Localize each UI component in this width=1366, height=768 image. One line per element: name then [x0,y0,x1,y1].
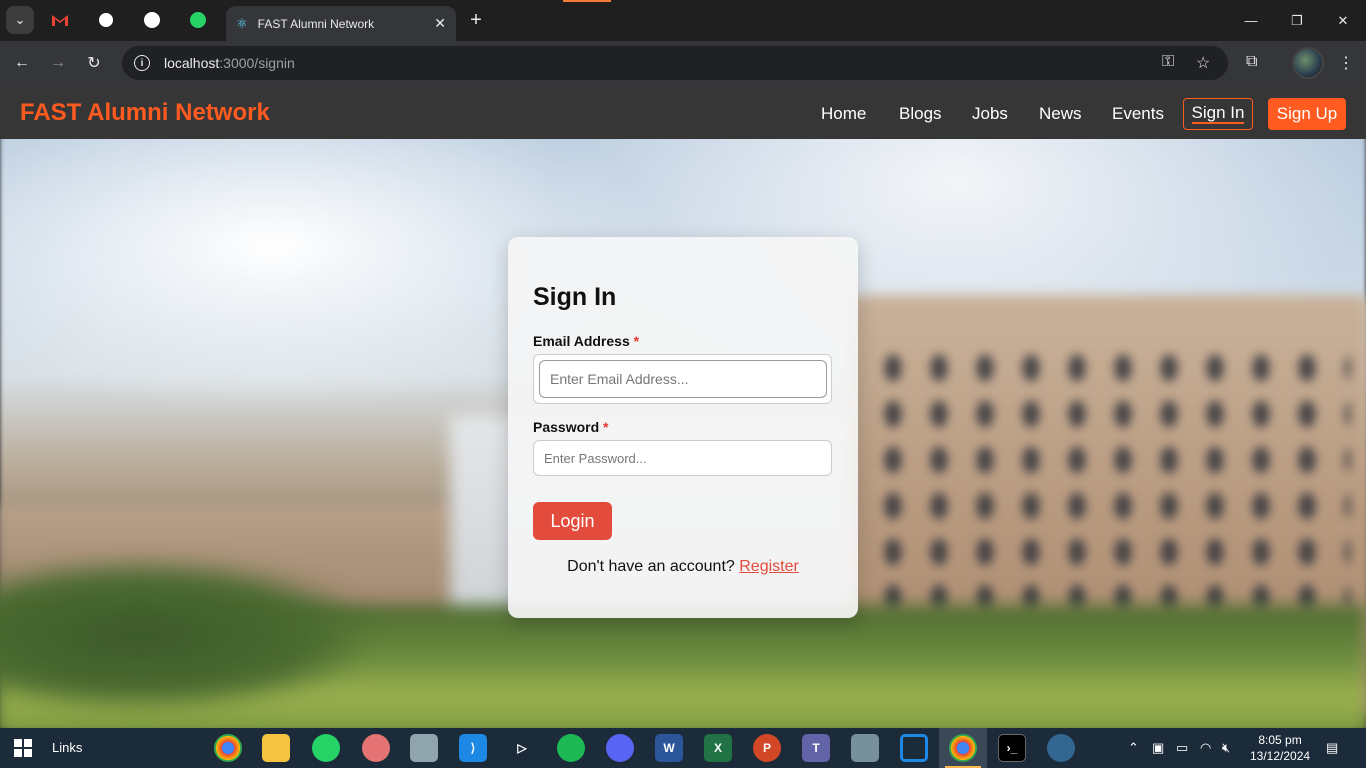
notification-icon[interactable]: ▤ [1326,740,1338,756]
nav-news[interactable]: News [1039,104,1082,124]
browser-tab-bar: ⌄ ⚛ FAST Alumni Network ✕ + — ❐ ✕ [0,0,1366,41]
address-bar[interactable]: i localhost:3000/signin [122,46,1228,80]
tab-title: FAST Alumni Network [257,16,375,31]
whatsapp-icon [190,12,206,28]
register-prompt: Don't have an account? Register [508,558,858,576]
gmail-icon [52,15,68,26]
clock-time: 8:05 pm [1258,733,1302,747]
back-icon[interactable]: ← [10,51,34,75]
excel-icon[interactable]: X [704,734,732,762]
teams-icon[interactable]: T [802,734,830,762]
pinned-tab-whatsapp[interactable] [178,6,218,34]
new-tab-button[interactable]: + [464,8,488,32]
chrome-icon[interactable] [214,734,242,762]
spotify-icon[interactable] [557,734,585,762]
browser-toolbar: ← → ↻ i localhost:3000/signin ⚿ ☆ ⧉ ⋮ [0,41,1366,85]
close-tab-icon[interactable]: ✕ [434,15,446,32]
clock-date: 13/12/2024 [1250,749,1311,763]
page-viewport: FAST Alumni Network Home Blogs Jobs News… [0,85,1366,728]
email-label: Email Address * [533,333,640,349]
react-icon: ⚛ [236,15,248,31]
chevron-up-icon[interactable]: ⌃ [1128,740,1139,756]
signin-nav-button[interactable]: Sign In [1183,98,1253,130]
vmware-icon[interactable] [900,734,928,762]
pinned-tab-gmail[interactable] [40,6,80,34]
image-viewer-icon[interactable] [410,734,438,762]
reload-icon[interactable]: ↻ [82,51,106,75]
register-link[interactable]: Register [739,558,799,575]
start-button[interactable] [14,739,32,757]
background-trees [0,555,380,715]
password-label: Password * [533,419,609,435]
site-favicon-icon [99,13,113,27]
nav-home[interactable]: Home [821,104,866,124]
vscode-icon[interactable]: ⟩ [459,734,487,762]
active-tab[interactable]: ⚛ FAST Alumni Network ✕ [226,6,456,41]
register-prompt-text: Don't have an account? [567,558,735,575]
email-field-wrapper [533,354,832,404]
nav-events[interactable]: Events [1112,104,1164,124]
tab-accent-strip [563,0,611,2]
file-explorer-icon[interactable] [262,734,290,762]
minimize-button[interactable]: — [1228,0,1274,41]
wifi-icon[interactable]: ◠ [1200,740,1211,756]
forward-icon[interactable]: → [46,51,70,75]
form-title: Sign In [533,283,617,311]
tray-app-icon[interactable]: ▣ [1152,740,1164,756]
tab-search-button[interactable]: ⌄ [6,6,34,34]
url-text: localhost:3000/signin [164,55,295,71]
windows-taskbar: Links ⟩ ▷ W X P T ›_ ⌃ ▣ ▭ ◠ 🔇︎ 8:05 pm … [0,728,1366,768]
nav-jobs[interactable]: Jobs [972,104,1008,124]
required-mark: * [603,419,609,435]
chrome-active-icon[interactable] [949,734,977,762]
close-window-button[interactable]: ✕ [1320,0,1366,41]
menu-dots-icon[interactable]: ⋮ [1338,53,1354,73]
whatsapp-taskbar-icon[interactable] [312,734,340,762]
password-input[interactable] [533,440,832,476]
discord-icon[interactable] [606,734,634,762]
signin-card: Sign In Email Address * Password * Login… [508,237,858,618]
powerpoint-icon[interactable]: P [753,734,781,762]
signup-nav-button[interactable]: Sign Up [1268,98,1346,130]
battery-icon[interactable]: ▭ [1176,740,1188,756]
extensions-icon[interactable]: ⧉ [1246,53,1257,71]
site-brand[interactable]: FAST Alumni Network [20,99,270,127]
links-toolbar[interactable]: Links [52,740,82,755]
bookmark-star-icon[interactable]: ☆ [1196,53,1210,73]
site-info-icon[interactable]: i [134,55,150,71]
pinned-tab-github[interactable] [132,6,172,34]
volume-muted-icon[interactable]: 🔇︎ [1222,740,1230,756]
site-header: FAST Alumni Network Home Blogs Jobs News… [0,85,1366,139]
system-clock[interactable]: 8:05 pm 13/12/2024 [1250,732,1310,764]
terminal-icon[interactable]: ›_ [998,734,1026,762]
signin-nav-label: Sign In [1191,103,1245,124]
pinned-tab-2[interactable] [86,6,126,34]
postgres-icon[interactable] [1047,734,1075,762]
background-windows [870,345,1350,645]
profile-avatar[interactable] [1292,47,1324,79]
snipping-tool-icon[interactable] [362,734,390,762]
github-icon [144,12,160,28]
password-key-icon[interactable]: ⚿ [1162,53,1174,71]
cursor-app-icon[interactable]: ▷ [508,734,536,762]
login-button[interactable]: Login [533,502,612,540]
required-mark: * [633,333,640,349]
calculator-icon[interactable] [851,734,879,762]
nav-blogs[interactable]: Blogs [899,104,942,124]
email-input[interactable] [539,360,827,398]
word-icon[interactable]: W [655,734,683,762]
restore-button[interactable]: ❐ [1274,0,1320,41]
